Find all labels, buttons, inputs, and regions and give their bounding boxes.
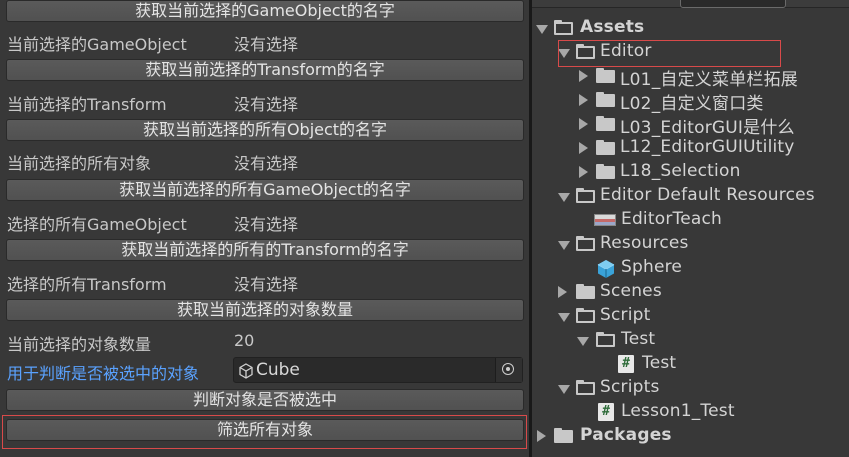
- tree-item-editor[interactable]: Editor: [532, 40, 849, 64]
- expand-arrow-icon[interactable]: [579, 94, 588, 106]
- tree-item-editor-default-resources[interactable]: Editor Default Resources: [532, 184, 849, 208]
- folder-open-icon: [576, 236, 595, 251]
- folder-open-icon: [576, 44, 595, 59]
- selection-count-label: 当前选择的对象数量: [7, 335, 152, 354]
- get-all-objects-name-button[interactable]: 获取当前选择的所有Object的名字: [6, 119, 524, 141]
- tree-item-label: Test: [621, 329, 656, 349]
- current-transform-value: 没有选择: [234, 95, 299, 114]
- tree-item-scenes[interactable]: Scenes: [532, 280, 849, 304]
- csharp-script-icon: #: [598, 403, 614, 421]
- current-transform-label: 当前选择的Transform: [7, 95, 167, 114]
- current-gameobject-value: 没有选择: [234, 35, 299, 54]
- tree-item-lesson1-test[interactable]: # Lesson1_Test: [532, 400, 849, 424]
- folder-open-icon: [576, 188, 595, 203]
- all-objects-label: 当前选择的所有对象: [7, 154, 152, 173]
- selection-editor-window: 获取当前选择的GameObject的名字 当前选择的GameObject 没有选…: [0, 0, 529, 457]
- expand-arrow-icon[interactable]: [558, 241, 570, 250]
- tree-item-label: Script: [600, 305, 651, 325]
- expand-arrow-icon[interactable]: [558, 385, 570, 394]
- get-transform-name-button[interactable]: 获取当前选择的Transform的名字: [6, 59, 524, 81]
- tree-item-test-script[interactable]: # Test: [532, 352, 849, 376]
- folder-icon: [596, 140, 615, 155]
- tree-item-packages[interactable]: Packages: [532, 424, 849, 448]
- folder-icon: [596, 92, 615, 107]
- tree-item-label: Scripts: [600, 377, 660, 397]
- tree-item-label: Editor: [600, 41, 652, 61]
- tree-item-label: L02_自定义窗口类: [620, 94, 764, 114]
- all-gameobjects-value: 没有选择: [234, 215, 299, 234]
- expand-arrow-icon[interactable]: [558, 313, 570, 322]
- expand-arrow-icon[interactable]: [536, 25, 548, 34]
- tree-item-label: L12_EditorGUIUtility: [620, 137, 795, 157]
- selection-count-value: 20: [234, 331, 255, 350]
- folder-open-icon: [554, 20, 573, 35]
- expand-arrow-icon[interactable]: [577, 337, 589, 346]
- tree-item-label: Sphere: [621, 257, 683, 277]
- expand-arrow-icon[interactable]: [558, 286, 567, 298]
- tree-item-assets[interactable]: Assets: [532, 16, 849, 40]
- get-all-transforms-name-button[interactable]: 获取当前选择的所有的Transform的名字: [6, 239, 524, 261]
- get-gameobject-name-button[interactable]: 获取当前选择的GameObject的名字: [6, 0, 524, 22]
- project-search-input[interactable]: [680, 0, 786, 8]
- tree-item-label: Lesson1_Test: [621, 401, 735, 421]
- all-transforms-label: 选择的所有Transform: [7, 275, 167, 294]
- expand-arrow-icon[interactable]: [579, 166, 588, 178]
- folder-open-icon: [576, 380, 595, 395]
- tree-item-label: Assets: [580, 17, 645, 37]
- tree-item-label: Test: [642, 353, 677, 373]
- current-gameobject-label: 当前选择的GameObject: [7, 35, 187, 54]
- image-icon: [594, 214, 616, 226]
- tree-item-label: Resources: [600, 233, 689, 253]
- all-gameobjects-label: 选择的所有GameObject: [7, 215, 187, 234]
- tree-item-l18[interactable]: L18_Selection: [532, 160, 849, 184]
- tree-item-label: Packages: [580, 425, 672, 445]
- tree-item-script[interactable]: Script: [532, 304, 849, 328]
- tree-item-editorteach[interactable]: EditorTeach: [532, 208, 849, 232]
- expand-arrow-icon[interactable]: [579, 142, 588, 154]
- folder-icon: [596, 164, 615, 179]
- tree-item-test-folder[interactable]: Test: [532, 328, 849, 352]
- tree-item-l03[interactable]: L03_EditorGUI是什么: [532, 112, 849, 138]
- cube-mesh-icon: [239, 363, 253, 379]
- tree-item-label: EditorTeach: [621, 209, 723, 229]
- check-selected-button[interactable]: 判断对象是否被选中: [6, 389, 524, 411]
- filter-all-objects-button[interactable]: 筛选所有对象: [6, 419, 524, 441]
- check-object-field-label: 用于判断是否被选中的对象: [7, 364, 200, 383]
- tree-item-label: L18_Selection: [620, 161, 741, 181]
- check-object-field[interactable]: Cube: [233, 357, 523, 383]
- folder-open-icon: [576, 308, 595, 323]
- tree-item-l02[interactable]: L02_自定义窗口类: [532, 88, 849, 114]
- expand-arrow-icon[interactable]: [579, 118, 588, 130]
- folder-icon: [554, 428, 573, 443]
- all-objects-value: 没有选择: [234, 154, 299, 173]
- tree-item-sphere[interactable]: Sphere: [532, 256, 849, 280]
- folder-icon: [596, 116, 615, 131]
- get-selection-count-button[interactable]: 获取当前选择的对象数量: [6, 299, 524, 321]
- folder-icon: [596, 68, 615, 83]
- folder-icon: [576, 284, 595, 299]
- get-all-gameobjects-name-button[interactable]: 获取当前选择的所有GameObject的名字: [6, 179, 524, 201]
- expand-arrow-icon[interactable]: [537, 430, 546, 442]
- tree-item-l01[interactable]: L01_自定义菜单栏拓展: [532, 64, 849, 90]
- tree-item-resources[interactable]: Resources: [532, 232, 849, 256]
- expand-arrow-icon[interactable]: [558, 49, 570, 58]
- prefab-icon: [597, 260, 615, 278]
- object-picker-icon[interactable]: [495, 358, 522, 382]
- expand-arrow-icon[interactable]: [558, 193, 570, 202]
- tree-item-label: L03_EditorGUI是什么: [620, 118, 795, 138]
- folder-open-icon: [596, 332, 615, 347]
- expand-arrow-icon[interactable]: [579, 70, 588, 82]
- project-window: Assets Editor L01_自定义菜单栏拓展 L02_自定义窗口类 L0…: [532, 0, 849, 457]
- tree-item-l12[interactable]: L12_EditorGUIUtility: [532, 136, 849, 160]
- tree-item-label: Editor Default Resources: [600, 185, 815, 205]
- tree-item-label: L01_自定义菜单栏拓展: [620, 70, 799, 90]
- tree-item-scripts[interactable]: Scripts: [532, 376, 849, 400]
- project-toolbar: [532, 0, 849, 8]
- tree-item-label: Scenes: [600, 281, 662, 301]
- object-field-value: Cube: [256, 360, 300, 380]
- all-transforms-value: 没有选择: [234, 275, 299, 294]
- csharp-script-icon: #: [618, 355, 634, 373]
